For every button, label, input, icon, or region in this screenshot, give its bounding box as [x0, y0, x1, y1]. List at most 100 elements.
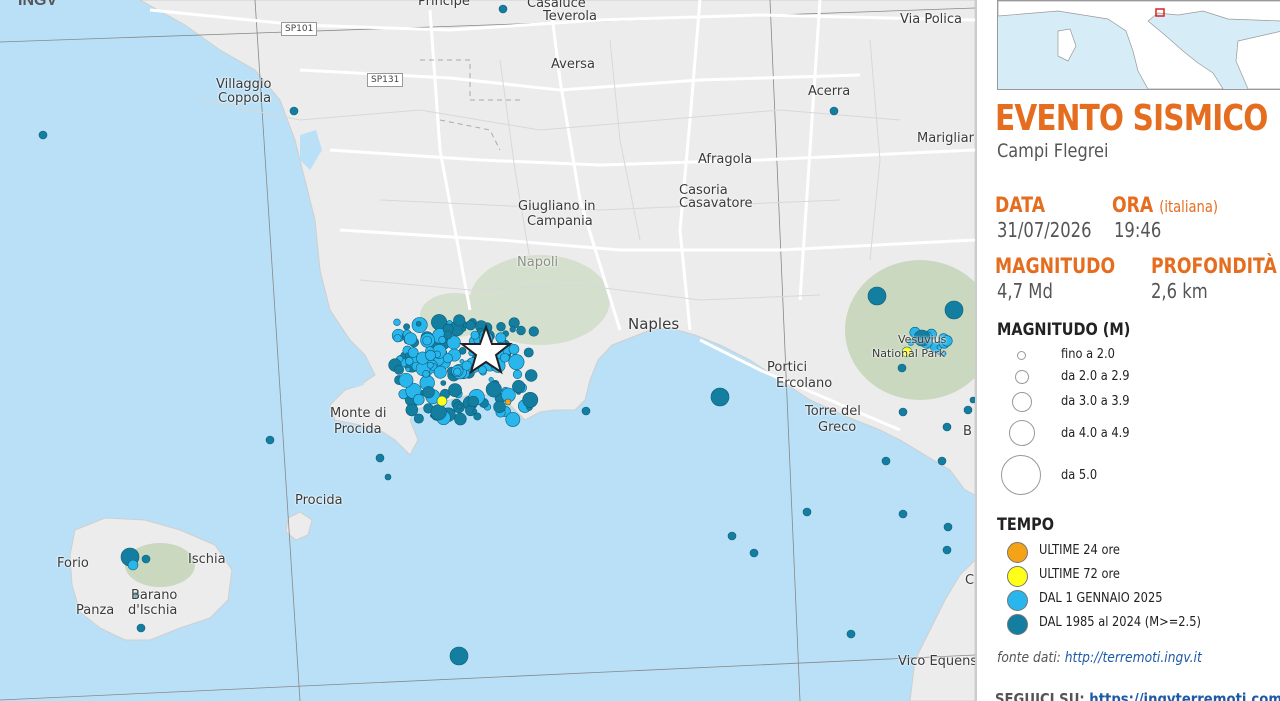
earthquake-marker	[393, 318, 401, 326]
legend-time-title: TEMPO	[997, 515, 1054, 535]
place-torre-del: Torre del	[805, 404, 861, 419]
mag-circle-2	[1015, 370, 1029, 384]
earthquake-marker	[867, 286, 887, 306]
place-ercolano: Ercolano	[776, 376, 833, 391]
place-procida-monte: Procida	[334, 422, 382, 437]
earthquake-marker	[488, 376, 494, 383]
earthquake-marker	[943, 522, 953, 532]
place-c-cut: C	[965, 573, 975, 588]
earthquake-marker	[898, 407, 908, 417]
earthquake-marker	[508, 317, 520, 329]
place-campania: Campania	[527, 214, 593, 229]
place-national-park: National Park	[872, 347, 946, 360]
earthquake-marker	[375, 453, 385, 463]
ora-note: (italiana)	[1159, 197, 1218, 216]
earthquake-marker	[509, 326, 516, 333]
earthquake-marker	[454, 412, 467, 426]
earthquake-marker	[442, 353, 453, 364]
mag-legend-4: da 4.0 a 4.9	[1061, 426, 1130, 441]
earthquake-marker	[472, 408, 478, 414]
earthquake-marker	[438, 336, 447, 344]
place-acerra: Acerra	[808, 84, 851, 99]
profondita-value: 2,6 km	[1151, 279, 1208, 303]
mag-circle-5	[1001, 455, 1041, 495]
time-legend-label: ULTIME 72 ore	[1039, 567, 1120, 582]
time-legend-label: ULTIME 24 ore	[1039, 543, 1120, 558]
earthquake-marker	[500, 353, 510, 363]
earthquake-marker	[127, 559, 139, 571]
place-giugliano: Giugliano in	[518, 199, 596, 214]
data-source: fonte dati: http://terremoti.ingv.it	[997, 650, 1202, 666]
place-portici: Portici	[767, 360, 808, 375]
ingv-logo: INGV	[18, 0, 58, 9]
mag-legend-5: da 5.0	[1061, 468, 1098, 483]
mag-legend-2: da 2.0 a 2.9	[1061, 369, 1130, 384]
place-forio: Forio	[57, 556, 89, 571]
earthquake-marker	[430, 404, 447, 421]
place-villaggio: Villaggio	[216, 77, 272, 92]
place-afragola: Afragola	[698, 152, 753, 167]
earthquake-marker	[505, 412, 521, 427]
earthquake-marker	[384, 473, 392, 481]
place-b-cut: B	[963, 424, 972, 439]
earthquake-marker	[493, 400, 506, 414]
mag-legend-1: fino a 2.0	[1061, 347, 1115, 362]
time-legend-dot	[1007, 542, 1028, 563]
earthquake-marker	[581, 406, 591, 416]
legend-magnitude-title: MAGNITUDO (M)	[997, 320, 1131, 340]
earthquake-marker	[846, 629, 856, 639]
follow-link[interactable]: https://ingvterremoti.com	[1089, 690, 1280, 701]
earthquake-marker	[38, 130, 48, 140]
magnitudo-value: 4,7 Md	[997, 279, 1053, 303]
earthquake-marker	[141, 554, 151, 564]
earthquake-marker	[465, 320, 476, 331]
earthquake-marker	[498, 4, 508, 14]
earthquake-marker	[516, 325, 526, 336]
earthquake-marker	[467, 395, 479, 408]
earthquake-marker	[440, 380, 447, 386]
place-via-polica: Via Polica	[900, 12, 962, 27]
earthquake-marker	[453, 367, 462, 376]
seismic-map[interactable]: INGV SP101 SP131 Principe Casaluce Tever…	[0, 0, 975, 701]
earthquake-marker	[433, 365, 447, 379]
earthquake-marker	[436, 395, 448, 407]
place-vico-equense: Vico Equens	[898, 654, 975, 669]
ora-label: ORA (italiana)	[1112, 193, 1218, 217]
earthquake-marker	[942, 545, 952, 555]
earthquake-marker	[881, 456, 891, 466]
time-legend-dot	[1007, 566, 1028, 587]
earthquake-marker	[710, 387, 730, 407]
earthquake-marker	[937, 456, 947, 466]
earthquake-marker	[422, 370, 430, 378]
place-dischia: d'Ischia	[128, 603, 178, 618]
earthquake-marker	[473, 412, 482, 421]
earthquake-marker	[963, 405, 973, 415]
time-legend-label: DAL 1985 al 2024 (M>=2.5)	[1039, 615, 1201, 630]
time-legend-dot	[1007, 590, 1028, 611]
follow-us: SEGUICI SU: https://ingvterremoti.com	[995, 690, 1280, 701]
earthquake-marker	[413, 393, 425, 406]
earthquake-marker	[394, 364, 405, 375]
earthquake-marker	[413, 413, 424, 424]
source-link[interactable]: http://terremoti.ingv.it	[1065, 650, 1202, 666]
place-marigliano: Marigliar	[917, 131, 974, 146]
earthquake-marker	[523, 347, 534, 358]
earthquake-marker	[425, 350, 436, 361]
earthquake-marker	[522, 391, 539, 408]
place-greco: Greco	[818, 420, 857, 435]
earthquake-marker	[453, 314, 466, 327]
earthquake-marker	[749, 548, 759, 558]
earthquake-marker	[405, 367, 411, 372]
place-panza: Panza	[76, 603, 115, 618]
earthquake-marker	[829, 106, 839, 116]
earthquake-marker	[461, 327, 467, 332]
event-location: Campi Flegrei	[997, 140, 1109, 162]
earthquake-marker	[898, 509, 908, 519]
time-legend-label: DAL 1 GENNAIO 2025	[1039, 591, 1163, 606]
earthquake-marker	[944, 300, 964, 320]
earthquake-marker	[448, 383, 462, 397]
earthquake-marker	[897, 363, 907, 373]
place-casavatore: Casavatore	[679, 196, 753, 211]
earthquake-marker	[802, 507, 812, 517]
earthquake-marker	[461, 360, 472, 371]
